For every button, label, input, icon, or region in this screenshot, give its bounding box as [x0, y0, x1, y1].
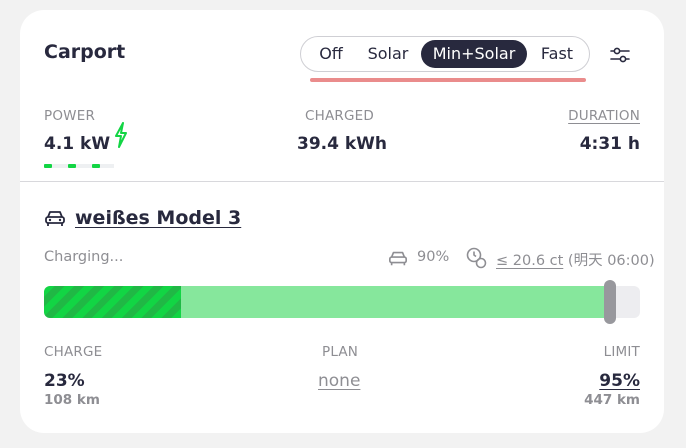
- vehicle-name[interactable]: weißes Model 3: [75, 207, 241, 229]
- limit-value[interactable]: 95%: [599, 371, 640, 391]
- mode-underline: [310, 78, 586, 82]
- power-value: 4.1 kW: [44, 134, 111, 154]
- vehicle-soc-car-icon: [389, 251, 407, 266]
- charging-status: Charging...: [44, 249, 124, 265]
- limit-range: 447 km: [584, 392, 640, 408]
- mode-fast-button[interactable]: Fast: [533, 40, 581, 68]
- plan-label: PLAN: [322, 344, 359, 360]
- lightning-icon: [115, 122, 127, 148]
- price-limit-time: (明天 06:00): [567, 253, 655, 269]
- price-limit[interactable]: ≤ 20.6 ct: [496, 253, 563, 269]
- duration-label[interactable]: DURATION: [568, 108, 640, 124]
- charge-value: 23%: [44, 371, 85, 391]
- clock-coins-icon: [466, 247, 487, 269]
- divider: [20, 181, 664, 182]
- charge-range: 108 km: [44, 392, 100, 408]
- mode-min-solar-button[interactable]: Min+Solar: [421, 40, 527, 68]
- power-label: POWER: [44, 108, 96, 124]
- planned-segment: [181, 286, 610, 318]
- charge-progress-bar[interactable]: [44, 286, 640, 318]
- limit-slider-handle[interactable]: [604, 280, 616, 324]
- mode-solar-button[interactable]: Solar: [359, 40, 417, 68]
- settings-sliders-icon[interactable]: [608, 43, 632, 67]
- power-indicator: [44, 164, 114, 169]
- charged-label: CHARGED: [305, 108, 374, 124]
- limit-label: LIMIT: [603, 344, 640, 360]
- charged-segment: [44, 286, 181, 318]
- price-limit-prefix: ≤ 20.6 ct (明天 06:00): [496, 249, 655, 270]
- vehicle-soc: 90%: [417, 249, 450, 265]
- loadpoint-title: Carport: [44, 41, 126, 63]
- loadpoint-card: Carport Off Solar Min+Solar Fast POWER 4…: [20, 10, 664, 433]
- car-icon: [45, 211, 65, 226]
- duration-value: 4:31 h: [579, 134, 640, 154]
- mode-off-button[interactable]: Off: [309, 40, 353, 68]
- charge-label: CHARGE: [44, 344, 103, 360]
- mode-selector: Off Solar Min+Solar Fast: [300, 36, 590, 72]
- plan-value[interactable]: none: [318, 371, 360, 391]
- charged-value: 39.4 kWh: [297, 134, 388, 154]
